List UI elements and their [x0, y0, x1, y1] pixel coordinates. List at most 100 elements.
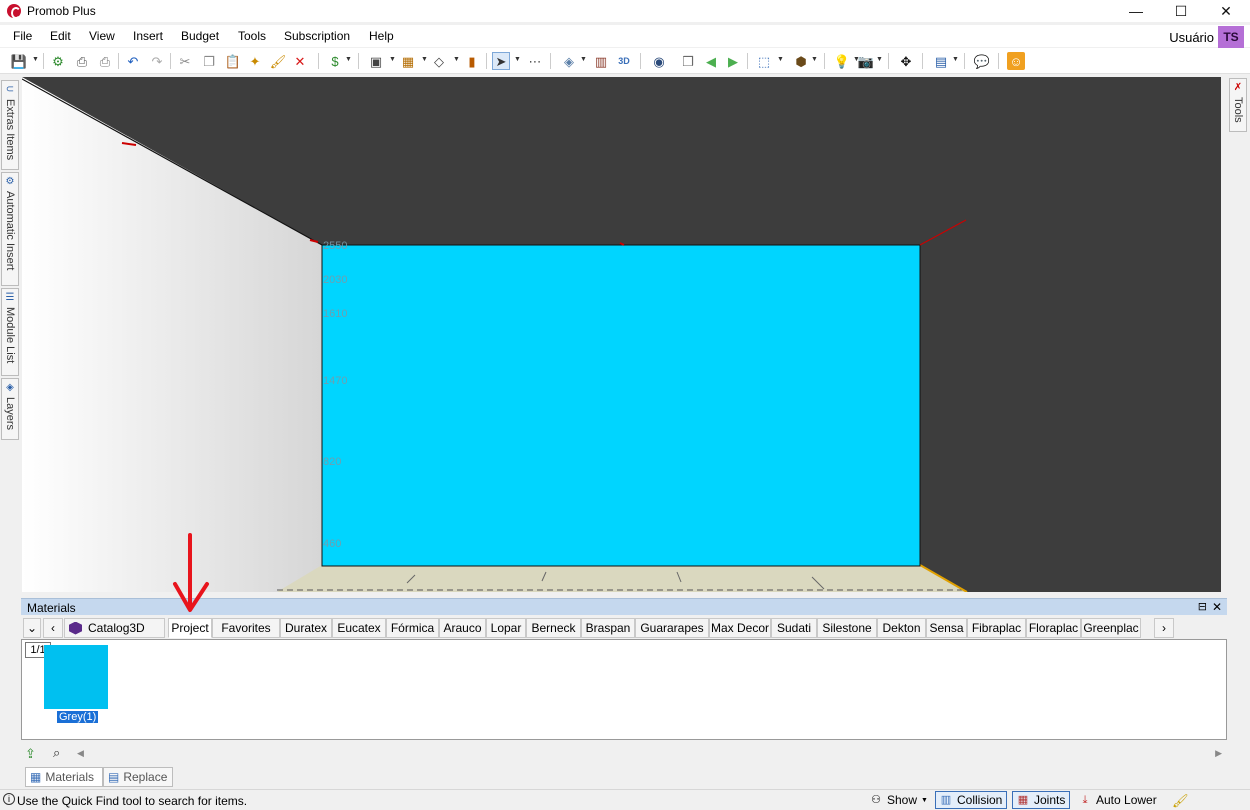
close-button[interactable]: ✕ [1203, 0, 1249, 22]
navigate-icon[interactable]: ✥ [897, 52, 915, 70]
binoculars-icon[interactable]: ⌕ [53, 745, 60, 761]
tab-silestone[interactable]: Silestone [817, 618, 877, 638]
main-toolbar: 💾 ▼ ⚙ ⎙ ⎙ ↶ ↷ ✂ ❐ 📋 ✦ 🖌 ✕ $ ▼ ▣ ▼ ▦ ▼ ◇ ▼ ▮ ➤… [0, 48, 1250, 74]
tab-arauco[interactable]: Arauco [439, 618, 486, 638]
redo-icon[interactable]: ↷ [148, 52, 166, 70]
horizontal-scrollbar[interactable]: ◀ ▶ [75, 748, 1224, 762]
copy-icon[interactable]: ❐ [200, 52, 218, 70]
material-label[interactable]: Grey(1) [57, 711, 99, 723]
eye-icon[interactable]: ◉ [650, 52, 668, 70]
tab-sudati[interactable]: Sudati [771, 618, 817, 638]
tab-duratex[interactable]: Duratex [280, 618, 332, 638]
joints-toggle[interactable]: ▦ Joints [1012, 791, 1070, 809]
tab-guararapes[interactable]: Guararapes [635, 618, 709, 638]
cabinet-icon[interactable]: ▥ [592, 52, 610, 70]
render-icon[interactable]: ⚙ [49, 52, 67, 70]
user-label[interactable]: Usuário [1169, 30, 1214, 45]
menu-file[interactable]: File [13, 29, 32, 43]
select-pointer-icon[interactable]: ➤ [492, 52, 510, 70]
tab-scroll-right[interactable]: › [1154, 618, 1174, 638]
tab-favorites[interactable]: Favorites [212, 618, 280, 638]
menu-insert[interactable]: Insert [133, 29, 163, 43]
tab-eucatex[interactable]: Eucatex [332, 618, 386, 638]
tab-project[interactable]: Project [168, 618, 212, 638]
layers-icon[interactable]: ◈ [560, 52, 578, 70]
package-icon[interactable]: ⬢ [792, 52, 810, 70]
view-3d-icon[interactable]: 3D [615, 52, 633, 70]
menu-help[interactable]: Help [369, 29, 394, 43]
menu-edit[interactable]: Edit [50, 29, 71, 43]
tab-materials[interactable]: ▦ Materials [25, 767, 103, 787]
scroll-right-icon[interactable]: ▶ [1215, 748, 1222, 759]
pin-icon[interactable]: ⊟ [1198, 600, 1207, 613]
chat-icon[interactable]: 💬 [973, 52, 991, 70]
dimension-label: 1610 [323, 308, 347, 320]
auto-lower-toggle[interactable]: ⤓ Auto Lower [1075, 791, 1160, 809]
tab-lopar[interactable]: Lopar [486, 618, 526, 638]
dimension-label: 2550 [323, 240, 347, 252]
menu-budget[interactable]: Budget [181, 29, 219, 43]
show-dropdown[interactable]: ⚇ Show ▼ [866, 791, 931, 809]
material-swatch[interactable] [44, 645, 108, 709]
back-wall[interactable] [321, 244, 921, 567]
tab-catalog3d[interactable]: Catalog3D [64, 618, 165, 638]
tab-sensa[interactable]: Sensa [926, 618, 967, 638]
upload-icon[interactable]: ⇪ [25, 746, 36, 762]
tab-replace[interactable]: ▤ Replace [103, 767, 173, 787]
minimize-button[interactable]: — [1113, 0, 1159, 22]
tab-fibraplac[interactable]: Fibraplac [967, 618, 1026, 638]
dock-tab-tools[interactable]: ✗ Tools [1229, 78, 1247, 132]
cut-icon[interactable]: ✂ [176, 52, 194, 70]
camera-icon[interactable]: 📷 [857, 52, 875, 70]
dock-tab-extras-items[interactable]: ⊂ Extras Items [1, 80, 19, 170]
collision-toggle[interactable]: ▥ Collision [935, 791, 1007, 809]
tab-list-dropdown[interactable]: ⌄ [23, 618, 41, 638]
magic-wand-icon[interactable]: ✦ [246, 52, 264, 70]
measure-icon[interactable]: ⋯ [526, 52, 544, 70]
window-title: Promob Plus [27, 4, 96, 18]
tab-f-rmica[interactable]: Fórmica [386, 618, 439, 638]
undo-icon[interactable]: ↶ [124, 52, 142, 70]
box-move-icon[interactable]: ❒ [679, 52, 697, 70]
dock-tab-automatic-insert[interactable]: ⚙ Automatic Insert [1, 172, 19, 286]
scroll-left-icon[interactable]: ◀ [77, 748, 84, 759]
menu-subscription[interactable]: Subscription [284, 29, 350, 43]
shape-icon[interactable]: ◇ [430, 52, 448, 70]
menu-tools[interactable]: Tools [238, 29, 266, 43]
paste-icon[interactable]: 📋 [224, 52, 242, 70]
view-mode-icon[interactable]: ▣ [367, 52, 385, 70]
status-message: Use the Quick Find tool to search for it… [17, 794, 248, 808]
dock-tab-layers[interactable]: ◈ Layers [1, 378, 19, 440]
tab-scroll-left[interactable]: ‹ [43, 618, 63, 638]
brush-icon[interactable]: 🖌 [1172, 793, 1189, 809]
palette-icon[interactable]: ▤ [932, 52, 950, 70]
avatar[interactable]: TS [1218, 26, 1244, 48]
left-dock: ⊂ Extras Items ⚙ Automatic Insert ☰ Modu… [0, 76, 21, 604]
tab-dekton[interactable]: Dekton [877, 618, 926, 638]
viewport-scene: 2550 2030 1610 1470 820 460 [22, 77, 968, 592]
3d-viewport[interactable]: 2550 2030 1610 1470 820 460 [22, 77, 1221, 592]
tab-berneck[interactable]: Berneck [526, 618, 581, 638]
menu-view[interactable]: View [89, 29, 115, 43]
camera-view-icon[interactable]: ⬚ [755, 52, 773, 70]
light-bulb-icon[interactable]: 💡 [833, 52, 851, 70]
dock-tab-module-list[interactable]: ☰ Module List [1, 288, 19, 376]
paint-icon[interactable]: 🖌 [269, 52, 287, 70]
print-icon[interactable]: ⎙ [96, 52, 114, 70]
budget-icon[interactable]: $ [326, 52, 344, 70]
save-icon[interactable]: 💾 [10, 52, 28, 70]
delete-icon[interactable]: ✕ [291, 52, 309, 70]
tab-floraplac[interactable]: Floraplac [1026, 618, 1081, 638]
tab-max-decor[interactable]: Max Decor [709, 618, 771, 638]
print-preview-icon[interactable]: ⎙ [73, 52, 91, 70]
tab-braspan[interactable]: Braspan [581, 618, 635, 638]
grouping-icon[interactable]: ▦ [399, 52, 417, 70]
extras-icon: ⊂ [5, 84, 15, 95]
maximize-button[interactable]: ☐ [1158, 0, 1204, 22]
arrow-right-icon[interactable]: ▶ [724, 52, 742, 70]
user-profile-icon[interactable]: ☺ [1007, 52, 1025, 70]
arrow-left-icon[interactable]: ◀ [702, 52, 720, 70]
door-icon[interactable]: ▮ [463, 52, 481, 70]
panel-close-icon[interactable]: ✕ [1212, 600, 1222, 614]
tab-greenplac[interactable]: Greenplac [1081, 618, 1141, 638]
